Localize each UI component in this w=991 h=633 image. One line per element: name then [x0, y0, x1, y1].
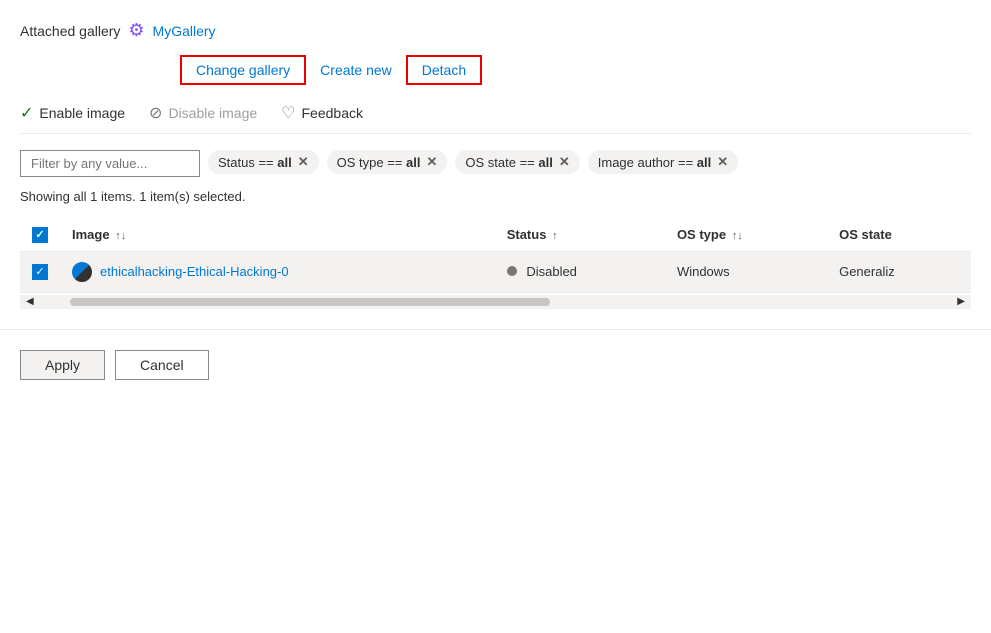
status-filter-close[interactable]: ✕	[298, 154, 309, 170]
image-col-label: Image	[72, 227, 110, 242]
disable-icon: ⊘	[149, 103, 162, 123]
image-sort-icon: ↑↓	[115, 230, 126, 242]
attached-gallery-row: Attached gallery ⚙ MyGallery	[20, 20, 971, 41]
feedback-label: Feedback	[302, 105, 363, 121]
os-state-filter-tag: OS state == all ✕	[455, 150, 579, 174]
row-checkbox-cell[interactable]: ✓	[20, 251, 60, 292]
row-os-state-value: Generaliz	[839, 264, 895, 279]
apply-button[interactable]: Apply	[20, 350, 105, 380]
enable-image-toolbar-item[interactable]: ✓ Enable image	[20, 103, 125, 123]
cancel-button[interactable]: Cancel	[115, 350, 209, 380]
os-state-col-label: OS state	[839, 227, 892, 242]
image-thumbnail-icon	[72, 262, 92, 282]
check-icon: ✓	[20, 103, 33, 123]
row-status-value: Disabled	[526, 264, 577, 279]
row-image-cell[interactable]: ethicalhacking-Ethical-Hacking-0	[60, 251, 495, 292]
attached-gallery-label: Attached gallery	[20, 23, 120, 39]
filter-input[interactable]	[20, 150, 200, 177]
gear-icon: ⚙	[128, 20, 144, 41]
status-filter-tag: Status == all ✕	[208, 150, 319, 174]
os-type-filter-close[interactable]: ✕	[426, 154, 437, 170]
data-table: ✓ Image ↑↓ Status ↑ OS type ↑↓	[20, 218, 971, 293]
toolbar-row: ✓ Enable image ⊘ Disable image ♡ Feedbac…	[20, 103, 971, 134]
horizontal-scrollbar[interactable]: ◀ ▶	[20, 295, 971, 309]
table-header-status[interactable]: Status ↑	[495, 218, 665, 251]
image-author-filter-close[interactable]: ✕	[717, 154, 728, 170]
table-header-os-state[interactable]: OS state	[827, 218, 971, 251]
enable-image-label: Enable image	[39, 105, 125, 121]
table-header-image[interactable]: Image ↑↓	[60, 218, 495, 251]
image-link[interactable]: ethicalhacking-Ethical-Hacking-0	[72, 262, 483, 282]
gallery-name-link[interactable]: MyGallery	[153, 23, 216, 39]
status-col-label: Status	[507, 227, 547, 242]
disable-image-label: Disable image	[168, 105, 257, 121]
scrollbar-thumb[interactable]	[70, 298, 550, 306]
change-gallery-button[interactable]: Change gallery	[180, 55, 306, 85]
feedback-icon: ♡	[281, 103, 295, 123]
row-checkbox[interactable]: ✓	[32, 264, 48, 280]
os-type-filter-tag: OS type == all ✕	[327, 150, 448, 174]
table-row: ✓ ethicalhacking-Ethical-Hacking-0 Disab…	[20, 251, 971, 292]
row-status-cell: Disabled	[495, 251, 665, 292]
os-type-col-label: OS type	[677, 227, 726, 242]
table-header-os-type[interactable]: OS type ↑↓	[665, 218, 827, 251]
row-os-type-cell: Windows	[665, 251, 827, 292]
os-type-sort-icon: ↑↓	[732, 230, 743, 242]
header-checkbox[interactable]: ✓	[32, 227, 48, 243]
data-table-wrapper: ✓ Image ↑↓ Status ↑ OS type ↑↓	[20, 218, 971, 293]
image-author-filter-tag: Image author == all ✕	[588, 150, 738, 174]
scroll-left-arrow[interactable]: ◀	[20, 296, 40, 307]
action-buttons-row: Change gallery Create new Detach	[20, 55, 971, 85]
status-dot-icon	[507, 266, 517, 276]
footer-buttons: Apply Cancel	[0, 330, 991, 400]
disable-image-toolbar-item[interactable]: ⊘ Disable image	[149, 103, 257, 123]
detach-button[interactable]: Detach	[406, 55, 482, 85]
image-name: ethicalhacking-Ethical-Hacking-0	[100, 264, 289, 279]
row-os-state-cell: Generaliz	[827, 251, 971, 292]
filter-row: Status == all ✕ OS type == all ✕ OS stat…	[20, 150, 971, 177]
table-header-checkbox-cell[interactable]: ✓	[20, 218, 60, 251]
create-new-button[interactable]: Create new	[306, 56, 406, 84]
os-state-filter-close[interactable]: ✕	[559, 154, 570, 170]
scroll-right-arrow[interactable]: ▶	[951, 296, 971, 307]
feedback-toolbar-item[interactable]: ♡ Feedback	[281, 103, 363, 123]
row-os-type-value: Windows	[677, 264, 730, 279]
status-sort-icon: ↑	[552, 230, 558, 242]
showing-count: Showing all 1 items. 1 item(s) selected.	[20, 189, 971, 204]
table-header-row: ✓ Image ↑↓ Status ↑ OS type ↑↓	[20, 218, 971, 251]
